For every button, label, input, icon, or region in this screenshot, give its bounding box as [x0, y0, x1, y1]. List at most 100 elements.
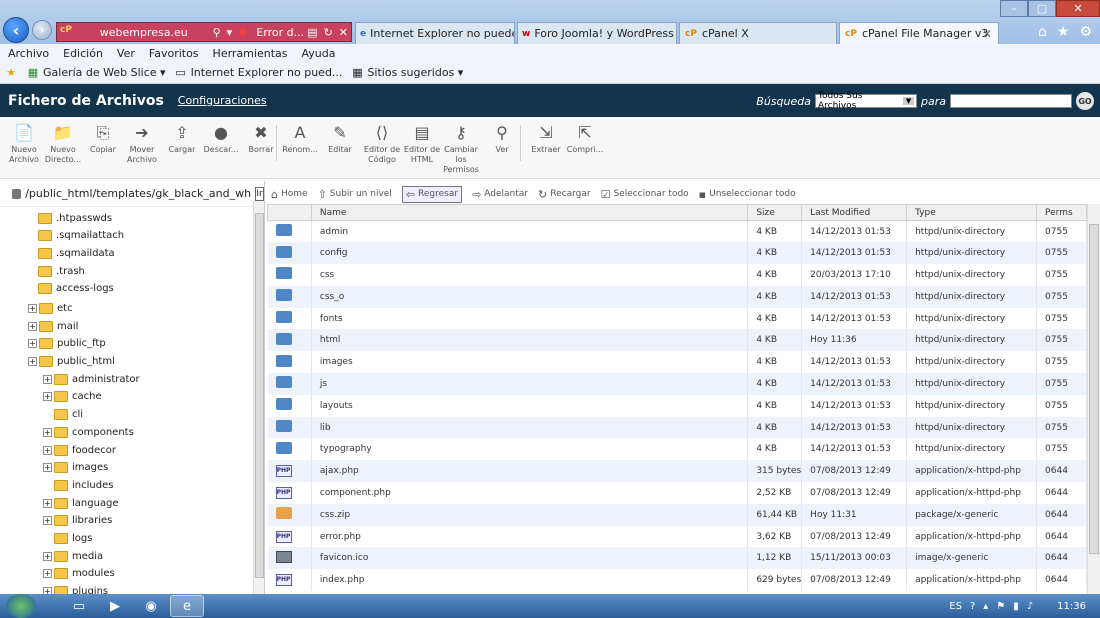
explorer-icon[interactable]: ▭: [62, 595, 96, 617]
expand-icon[interactable]: +: [28, 339, 37, 349]
tree-item[interactable]: + mail: [28, 317, 78, 335]
tree-item[interactable]: + plugins: [43, 583, 108, 594]
search-icon[interactable]: ⚲: [213, 26, 221, 39]
tab-file-manager[interactable]: cP cPanel File Manager v3 ✕: [839, 22, 999, 44]
column-header[interactable]: Size: [747, 204, 803, 221]
start-button[interactable]: [6, 594, 36, 618]
tree-item[interactable]: .htpasswds: [38, 209, 112, 227]
nav-forward-arrow[interactable]: ⇨ Adelantar: [472, 188, 528, 201]
table-row[interactable]: css_o 4 KB 14/12/2013 01:53 httpd/unix-dire…: [267, 285, 1087, 308]
table-row[interactable]: css 4 KB 20/03/2013 17:10 httpd/unix-direct…: [267, 264, 1087, 286]
minimize-icon[interactable]: –: [1000, 0, 1028, 17]
table-row[interactable]: favicon.ico 1,12 KB 15/11/2013 00:03 image/…: [267, 547, 1087, 570]
back-arrow-icon[interactable]: ‹: [3, 17, 29, 43]
volume-icon[interactable]: ♪: [1027, 601, 1033, 612]
tree-item[interactable]: + foodecor: [43, 441, 116, 459]
column-header[interactable]: [267, 204, 312, 221]
table-row[interactable]: PHP index.php 629 bytes 07/08/2013 12:49 app…: [267, 569, 1087, 592]
expand-icon[interactable]: +: [43, 374, 52, 384]
table-row[interactable]: fonts 4 KB 14/12/2013 01:53 httpd/unix-dire…: [267, 307, 1087, 330]
language-indicator[interactable]: ES: [949, 601, 962, 612]
upload-button[interactable]: ⇪ Cargar: [162, 123, 202, 155]
expand-icon[interactable]: +: [43, 392, 52, 402]
path-input[interactable]: /public_html/templates/gk_black_and_wh: [25, 187, 251, 200]
compress-button[interactable]: ⇱ Compri...: [565, 123, 605, 155]
tree-item[interactable]: + public_html: [28, 353, 115, 371]
nav-back-arrow[interactable]: ⇦ Regresar: [401, 185, 463, 203]
table-row[interactable]: css.zip 61,44 KB Hoy 11:31 package/x-generi…: [267, 503, 1087, 526]
new-file-button[interactable]: 📄 Nuevo Archivo: [4, 123, 44, 165]
tree-item[interactable]: + images: [43, 459, 108, 477]
menu-herramientas[interactable]: Herramientas: [213, 47, 288, 60]
home-icon[interactable]: ⌂: [1038, 24, 1047, 40]
edit-button[interactable]: ✎ Editar: [320, 123, 360, 155]
nav-select-all[interactable]: ☑ Seleccionar todo: [601, 188, 689, 201]
nav-up-level[interactable]: ⇧ Subir un nivel: [318, 188, 392, 201]
column-header[interactable]: Name: [310, 204, 749, 221]
path-go-button[interactable]: Ir: [255, 186, 264, 201]
expand-icon[interactable]: +: [28, 303, 37, 313]
menu-edicion[interactable]: Edición: [63, 47, 103, 60]
code-editor-button[interactable]: ⟨⟩ Editor de Código: [362, 123, 402, 165]
expand-icon[interactable]: +: [43, 551, 52, 561]
refresh-icon[interactable]: ↻: [324, 26, 333, 39]
chrome-icon[interactable]: ◉: [134, 595, 168, 617]
tree-item[interactable]: + media: [43, 547, 103, 565]
tree-item[interactable]: + libraries: [43, 512, 112, 530]
tree-item[interactable]: + cache: [43, 388, 102, 406]
nav-unselect-all[interactable]: ▪ Unseleccionar todo: [699, 188, 796, 201]
menu-ayuda[interactable]: Ayuda: [301, 47, 335, 60]
table-row[interactable]: typography 4 KB 14/12/2013 01:53 httpd/unix…: [267, 438, 1087, 461]
tree-item[interactable]: + components: [43, 423, 134, 441]
table-row[interactable]: PHP ajax.php 315 bytes 07/08/2013 12:49 appl…: [267, 460, 1087, 483]
favorite-ie-page[interactable]: ▭ Internet Explorer no pued...: [174, 66, 342, 80]
tab-cpanel[interactable]: cP cPanel X: [679, 22, 837, 44]
column-header[interactable]: Perms: [1036, 204, 1087, 221]
tree-item[interactable]: .sqmaildata: [38, 244, 115, 262]
tree-scrollbar[interactable]: [253, 201, 264, 594]
view-button[interactable]: ⚲ Ver: [482, 123, 522, 155]
expand-icon[interactable]: +: [43, 516, 52, 526]
file-list-scroll-thumb[interactable]: [1089, 224, 1099, 554]
expand-icon[interactable]: +: [43, 498, 52, 508]
nav-home[interactable]: ⌂ Home: [271, 188, 308, 201]
column-header[interactable]: Last Modified: [801, 204, 908, 221]
file-list-scrollbar[interactable]: [1087, 204, 1100, 594]
table-row[interactable]: html 4 KB Hoy 11:36 httpd/unix-directory 075…: [267, 329, 1087, 352]
favorite-web-slice[interactable]: ▦ Galería de Web Slice ▾: [26, 66, 166, 80]
table-row[interactable]: lib 4 KB 14/12/2013 01:53 httpd/unix-direct…: [267, 416, 1087, 439]
tree-item[interactable]: includes: [54, 476, 113, 494]
internet-explorer-icon[interactable]: e: [170, 595, 204, 617]
media-player-icon[interactable]: ▶: [98, 595, 132, 617]
compat-view-icon[interactable]: ▤: [307, 26, 317, 39]
html-editor-button[interactable]: ▤ Editor de HTML: [402, 123, 442, 165]
table-row[interactable]: PHP error.php 3,62 KB 07/08/2013 12:49 appli…: [267, 525, 1087, 548]
expand-icon[interactable]: +: [43, 587, 52, 594]
expand-icon[interactable]: +: [28, 321, 37, 331]
favorites-star-icon[interactable]: ★: [1057, 24, 1070, 40]
permissions-button[interactable]: ⚷ Cambiar los Permisos: [441, 123, 481, 175]
menu-favoritos[interactable]: Favoritos: [149, 47, 199, 60]
extract-button[interactable]: ⇲ Extraer: [526, 123, 566, 155]
tab-ie-error[interactable]: e Internet Explorer no puede mo...: [355, 22, 515, 44]
stop-icon[interactable]: ✕: [339, 26, 348, 39]
table-row[interactable]: PHP component.php 2,52 KB 07/08/2013 12:49 a…: [267, 482, 1087, 504]
menu-archivo[interactable]: Archivo: [8, 47, 49, 60]
rename-button[interactable]: A Renom...: [280, 123, 320, 155]
move-file-button[interactable]: ➔ Mover Archivo: [122, 123, 162, 165]
tree-item[interactable]: + etc: [28, 299, 73, 317]
search-scope-select[interactable]: Todos Sus Archivos ▼: [815, 91, 917, 111]
tree-item[interactable]: cli: [54, 406, 83, 424]
menu-ver[interactable]: Ver: [117, 47, 135, 60]
tray-arrow-icon[interactable]: ▴: [983, 601, 988, 612]
new-folder-button[interactable]: 📁 Nuevo Directo...: [43, 123, 83, 165]
search-input[interactable]: [950, 94, 1072, 108]
dropdown-icon[interactable]: ▾: [227, 26, 233, 39]
copy-button[interactable]: ⎘ Copiar: [83, 123, 123, 155]
tree-item[interactable]: + language: [43, 494, 119, 512]
table-row[interactable]: layouts 4 KB 14/12/2013 01:53 httpd/unix-di…: [267, 394, 1087, 417]
tree-item[interactable]: access-logs: [38, 280, 114, 298]
close-tab-icon[interactable]: ✕: [982, 27, 992, 41]
help-icon[interactable]: ?: [970, 601, 975, 612]
address-bar[interactable]: cP webempresa.eu ⚲ ▾ ✖ Error d... ▤ ↻ ✕: [56, 22, 352, 42]
